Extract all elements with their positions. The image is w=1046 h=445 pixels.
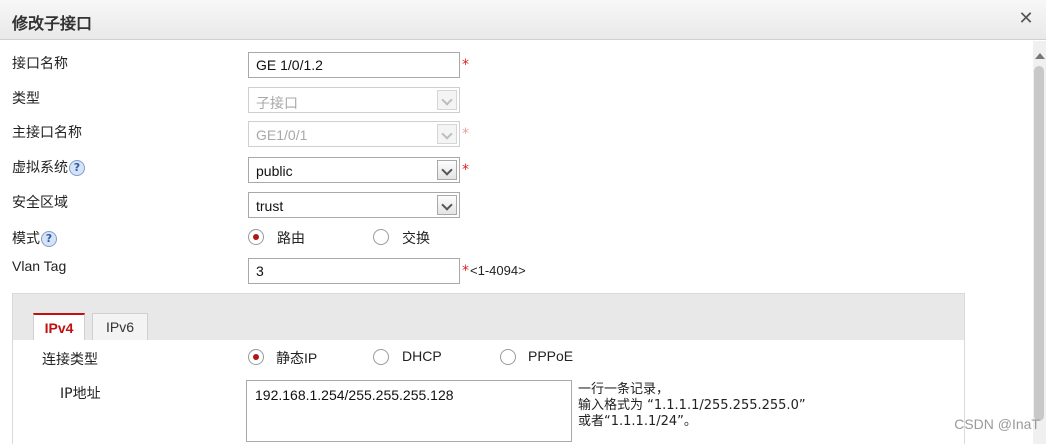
help-icon[interactable]: ?	[41, 231, 57, 247]
main-interface-select: GE1/0/1	[248, 121, 460, 147]
tab-bar: IPv4 IPv6	[13, 294, 964, 340]
security-zone-select[interactable]: trust	[248, 192, 460, 218]
required-mark: *	[462, 263, 469, 279]
mode-route-label: 路由	[277, 230, 305, 246]
mode-route-radio[interactable]	[248, 229, 264, 245]
watermark: CSDN @InaT	[954, 416, 1040, 432]
chevron-down-icon[interactable]	[437, 195, 457, 215]
security-zone-label: 安全区域	[12, 195, 68, 211]
ip-address-textarea[interactable]: 192.168.1.254/255.255.255.128	[246, 380, 572, 442]
note-line: 或者“1.1.1.1/24”。	[578, 414, 697, 429]
type-label: 类型	[12, 91, 40, 107]
mode-switch-radio[interactable]	[373, 229, 389, 245]
scrollbar-thumb[interactable]	[1034, 66, 1044, 421]
interface-name-input[interactable]	[248, 52, 460, 78]
main-interface-label: 主接口名称	[12, 125, 82, 141]
tab-ipv4[interactable]: IPv4	[33, 313, 85, 340]
tab-ipv6[interactable]: IPv6	[92, 313, 148, 340]
ip-config-panel: IPv4 IPv6 连接类型 静态IP DHCP PPPoE IP地址 192.…	[12, 293, 965, 445]
main-interface-select-value: GE1/0/1	[256, 127, 308, 143]
virtual-system-select-value: public	[256, 163, 293, 179]
type-select: 子接口	[248, 87, 460, 113]
required-mark: *	[462, 126, 469, 142]
virtual-system-label: 虚拟系统?	[12, 157, 85, 177]
ip-address-label: IP地址	[60, 386, 101, 402]
connection-type-label: 连接类型	[42, 352, 98, 368]
ip-address-note: 一行一条记录， 输入格式为 “1.1.1.1/255.255.255.0” 或者…	[578, 382, 806, 430]
chevron-down-icon	[437, 90, 457, 110]
close-icon[interactable]: ✕	[1016, 9, 1036, 29]
security-zone-select-value: trust	[256, 198, 284, 214]
required-mark: *	[462, 57, 469, 73]
help-icon[interactable]: ?	[69, 160, 85, 176]
static-ip-radio[interactable]	[248, 349, 264, 365]
pppoe-label: PPPoE	[528, 348, 574, 364]
vlan-range-hint: <1-4094>	[470, 263, 526, 278]
dhcp-label: DHCP	[402, 348, 442, 364]
dhcp-radio[interactable]	[373, 349, 389, 365]
note-line: 一行一条记录，	[578, 382, 670, 397]
dialog-titlebar: 修改子接口 ✕	[0, 0, 1046, 40]
mode-label: 模式?	[12, 228, 57, 248]
note-line: 输入格式为 “1.1.1.1/255.255.255.0”	[578, 398, 806, 413]
chevron-down-icon	[437, 124, 457, 144]
mode-switch-label: 交换	[402, 230, 430, 246]
vertical-scrollbar[interactable]	[1033, 41, 1046, 444]
pppoe-radio[interactable]	[500, 349, 516, 365]
virtual-system-select[interactable]: public	[248, 157, 460, 183]
dialog-title: 修改子接口	[12, 14, 93, 33]
chevron-down-icon[interactable]	[437, 160, 457, 180]
interface-name-label: 接口名称	[12, 56, 68, 72]
virtual-system-label-text: 虚拟系统	[12, 160, 68, 176]
ipv4-tab-content: 连接类型 静态IP DHCP PPPoE IP地址 192.168.1.254/…	[13, 340, 964, 445]
mode-label-text: 模式	[12, 231, 40, 247]
vlan-tag-input[interactable]	[248, 258, 460, 284]
required-mark: *	[462, 162, 469, 178]
static-ip-label: 静态IP	[276, 350, 318, 366]
scroll-up-arrow-icon[interactable]	[1035, 53, 1045, 59]
type-select-value: 子接口	[256, 95, 298, 111]
vlan-tag-label: Vlan Tag	[12, 258, 67, 274]
